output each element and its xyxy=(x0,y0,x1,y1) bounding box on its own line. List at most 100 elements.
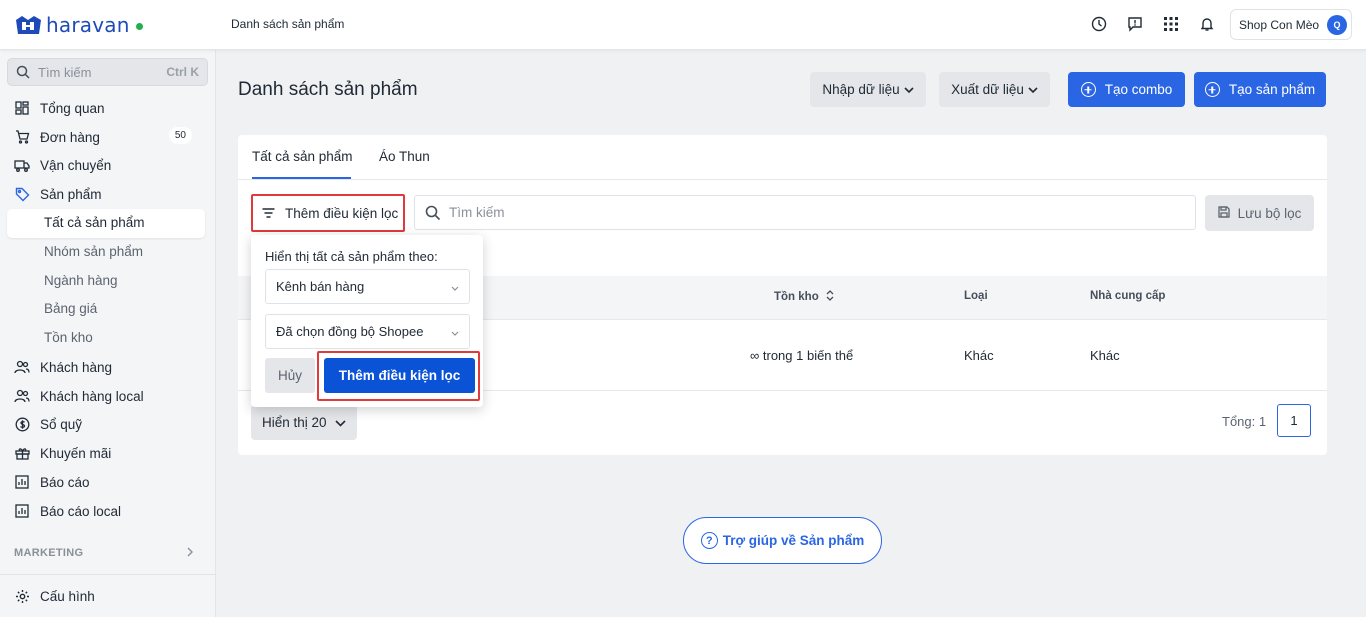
sort-icon xyxy=(826,290,834,304)
sidebar-item-shipping[interactable]: Vận chuyển xyxy=(14,154,204,176)
apply-filter-button[interactable]: Thêm điều kiện lọc xyxy=(324,358,475,393)
users-icon xyxy=(14,359,30,375)
bell-icon[interactable] xyxy=(1198,15,1216,33)
chevron-down-icon xyxy=(451,324,459,339)
sidebar-item-products[interactable]: Sản phẩm xyxy=(14,183,204,205)
column-header-stock[interactable]: Tồn kho xyxy=(774,290,834,304)
search-shortcut: Ctrl K xyxy=(166,65,199,79)
sidebar-item-label: Khách hàng local xyxy=(40,388,144,404)
import-data-button[interactable]: Nhập dữ liệu xyxy=(810,72,926,107)
tag-icon xyxy=(14,186,30,202)
column-header-type: Loại xyxy=(964,290,988,302)
add-filter-label: Thêm điều kiện lọc xyxy=(285,205,399,221)
sidebar-item-label: Báo cáo xyxy=(40,474,90,490)
add-filter-button[interactable]: Thêm điều kiện lọc xyxy=(251,194,405,232)
save-filter-button[interactable]: Lưu bộ lọc xyxy=(1205,195,1314,231)
haravan-logo[interactable]: haravan xyxy=(14,12,143,38)
page-size-select[interactable]: Hiển thị 20 xyxy=(251,405,357,440)
cancel-button[interactable]: Hủy xyxy=(265,358,315,393)
sidebar-search-input[interactable]: Tìm kiếm Ctrl K xyxy=(7,58,208,86)
chart-icon xyxy=(14,474,30,490)
shop-account-button[interactable]: Shop Con Mèo Q xyxy=(1230,9,1352,40)
export-data-label: Xuất dữ liệu xyxy=(951,82,1024,97)
table-row-vendor: Khác xyxy=(1090,348,1120,363)
product-search-input[interactable]: Tìm kiếm xyxy=(414,195,1196,230)
column-header-vendor: Nhà cung cấp xyxy=(1090,290,1166,302)
filter-field-select[interactable]: Kênh bán hàng xyxy=(265,269,470,304)
haravan-logo-icon xyxy=(14,12,44,38)
chevron-right-icon xyxy=(186,547,194,560)
gear-icon xyxy=(14,588,30,604)
sidebar-subitem-price-list[interactable]: Bảng giá xyxy=(44,301,97,316)
sidebar-item-label: Khuyến mãi xyxy=(40,445,112,461)
export-data-button[interactable]: Xuất dữ liệu xyxy=(939,72,1050,107)
clock-icon[interactable] xyxy=(1090,15,1108,33)
create-combo-button[interactable]: Tạo combo xyxy=(1068,72,1185,107)
top-bar: haravan Danh sách sản phẩm Shop Con Mèo … xyxy=(0,0,1366,50)
search-placeholder: Tìm kiếm xyxy=(449,205,505,220)
sidebar-item-label: Đơn hàng xyxy=(40,129,100,145)
avatar: Q xyxy=(1327,14,1348,35)
sidebar-item-label: Báo cáo local xyxy=(40,503,122,519)
sidebar-subitem-all-products[interactable]: Tất cả sản phẩm xyxy=(7,209,205,238)
dollar-icon xyxy=(14,416,30,432)
sidebar-item-reports-local[interactable]: Báo cáo local xyxy=(14,500,204,522)
sidebar-subitem-inventory[interactable]: Tồn kho xyxy=(44,330,93,345)
feedback-icon[interactable] xyxy=(1126,15,1144,33)
sidebar-item-reports[interactable]: Báo cáo xyxy=(14,471,204,493)
sidebar-item-overview[interactable]: Tổng quan xyxy=(14,97,204,119)
tab-ao-thun[interactable]: Áo Thun xyxy=(379,149,430,164)
chevron-down-icon xyxy=(451,279,459,294)
sidebar-item-label: Khách hàng xyxy=(40,359,113,375)
plus-circle-icon xyxy=(1204,82,1220,97)
apps-grid-icon[interactable] xyxy=(1162,15,1180,33)
sidebar-divider xyxy=(0,574,216,575)
marketing-label: MARKETING xyxy=(14,547,84,559)
sidebar-item-label: Vận chuyển xyxy=(40,157,112,173)
total-count: Tổng: 1 xyxy=(1222,414,1267,429)
search-icon xyxy=(425,205,441,220)
sidebar-section-marketing[interactable]: MARKETING xyxy=(14,547,194,560)
sidebar-subitem-label: Tất cả sản phẩm xyxy=(44,215,145,230)
sidebar-search-placeholder: Tìm kiếm xyxy=(38,64,92,80)
sidebar-item-settings[interactable]: Cấu hình xyxy=(14,585,204,607)
create-product-button[interactable]: Tạo sản phẩm xyxy=(1194,72,1326,107)
pagination-page[interactable]: 1 xyxy=(1277,404,1311,437)
sidebar-subitem-categories[interactable]: Ngành hàng xyxy=(44,273,118,288)
gift-icon xyxy=(14,445,30,461)
sidebar-item-orders[interactable]: Đơn hàng 50 xyxy=(14,126,204,148)
page-title: Danh sách sản phẩm xyxy=(238,79,418,100)
filter-popover: Hiển thị tất cả sản phẩm theo: Kênh bán … xyxy=(251,235,483,407)
filter-icon xyxy=(262,206,275,221)
cart-icon xyxy=(14,129,30,145)
tab-all-products[interactable]: Tất cả sản phẩm xyxy=(252,149,353,164)
plus-circle-icon xyxy=(1080,82,1096,97)
help-button[interactable]: ? Trợ giúp về Sản phẩm xyxy=(683,517,882,564)
sidebar-item-promotions[interactable]: Khuyến mãi xyxy=(14,442,204,464)
chart-icon xyxy=(14,503,30,519)
brand-name: haravan xyxy=(46,13,130,37)
sidebar-item-label: Sổ quỹ xyxy=(40,416,83,432)
sidebar-item-cashbook[interactable]: Sổ quỹ xyxy=(14,413,204,435)
sidebar-item-label: Sản phẩm xyxy=(40,186,102,202)
tabs-divider xyxy=(238,179,1327,180)
table-row-stock: ∞ trong 1 biến thể xyxy=(750,348,854,363)
filter-value-select[interactable]: Đã chọn đồng bộ Shopee xyxy=(265,314,470,349)
create-combo-label: Tạo combo xyxy=(1104,82,1173,97)
sidebar-item-customers[interactable]: Khách hàng xyxy=(14,356,204,378)
sidebar-subitem-product-groups[interactable]: Nhóm sản phẩm xyxy=(44,244,143,259)
truck-icon xyxy=(14,157,30,173)
sidebar-item-customers-local[interactable]: Khách hàng local xyxy=(14,385,204,407)
page-size-label: Hiển thị 20 xyxy=(262,415,327,430)
create-product-label: Tạo sản phẩm xyxy=(1228,82,1316,97)
dashboard-icon xyxy=(14,100,30,116)
shop-name: Shop Con Mèo xyxy=(1239,17,1320,32)
chevron-down-icon xyxy=(904,82,914,97)
orders-count-badge: 50 xyxy=(168,127,192,144)
status-dot xyxy=(135,22,143,30)
chevron-down-icon xyxy=(1028,82,1038,97)
save-filter-label: Lưu bộ lọc xyxy=(1237,205,1302,221)
table-row-type: Khác xyxy=(964,348,994,363)
sidebar-item-label: Cấu hình xyxy=(40,588,95,604)
save-icon xyxy=(1217,205,1230,221)
